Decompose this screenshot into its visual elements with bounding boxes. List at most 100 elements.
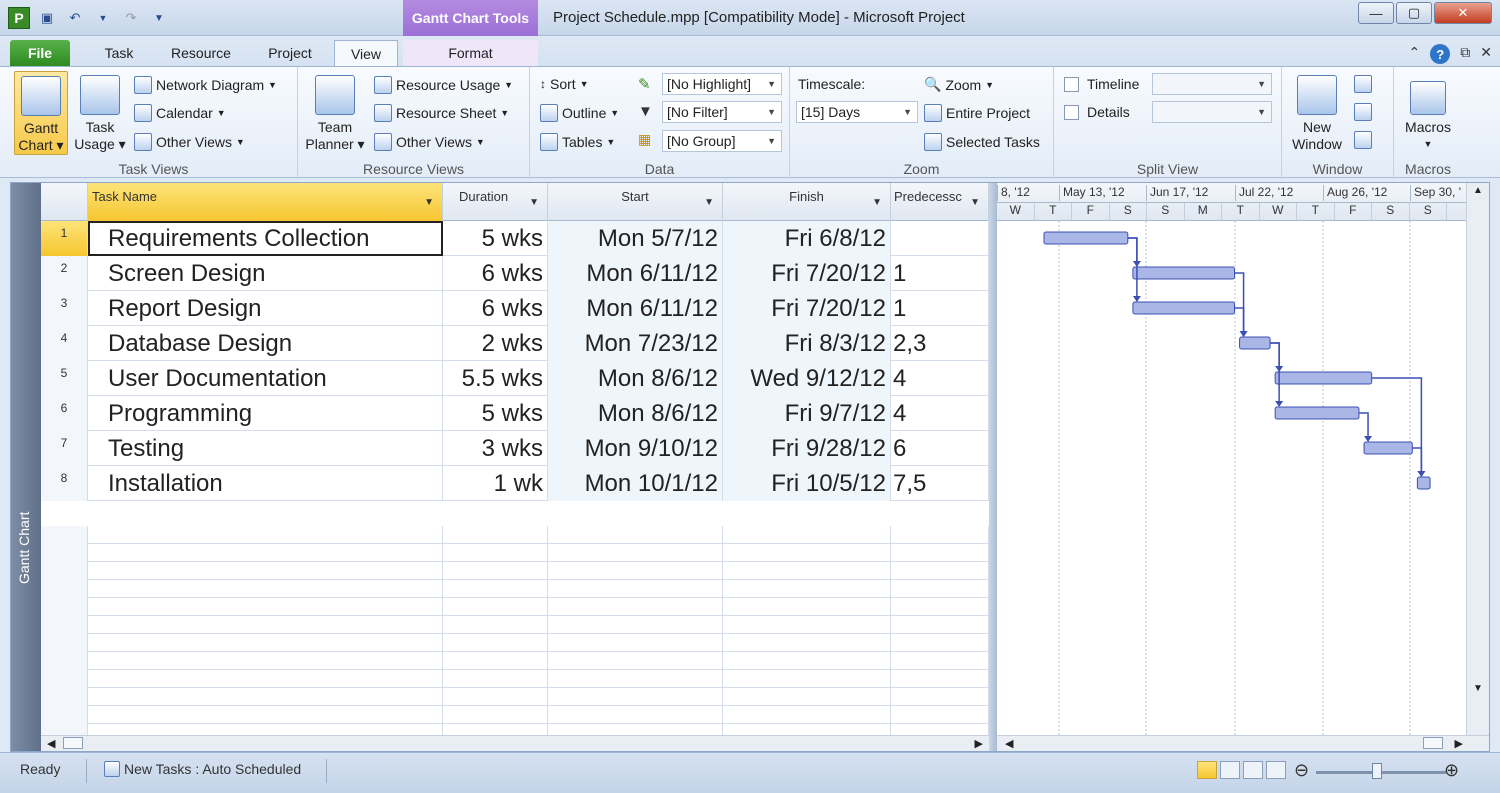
empty-cell[interactable]	[548, 526, 723, 544]
task-other-views-button[interactable]: Other Views ▼	[134, 133, 245, 151]
new-tasks-mode[interactable]: New Tasks : Auto Scheduled	[104, 761, 301, 777]
redo-icon[interactable]: ↷	[120, 7, 142, 29]
cell-finish[interactable]: Fri 7/20/12	[723, 291, 891, 326]
empty-cell[interactable]	[891, 670, 989, 688]
empty-cell[interactable]	[41, 634, 88, 652]
undo-icon[interactable]: ↶	[64, 7, 86, 29]
cell-start[interactable]: Mon 6/11/12	[548, 256, 723, 291]
header-start[interactable]: Start ▼	[548, 183, 723, 221]
empty-cell[interactable]	[548, 616, 723, 634]
scroll-up-icon[interactable]: ▲	[1467, 185, 1489, 196]
close-document-icon[interactable]: ✕	[1480, 44, 1492, 64]
macros-button[interactable]: Macros ▼	[1400, 71, 1456, 155]
cell-duration[interactable]: 5 wks	[443, 221, 548, 256]
empty-cell[interactable]	[548, 688, 723, 706]
gantt-task-bar[interactable]	[1363, 441, 1413, 455]
cell-id[interactable]: 1	[41, 221, 88, 256]
empty-cell[interactable]	[891, 598, 989, 616]
empty-cell[interactable]	[723, 580, 891, 598]
empty-cell[interactable]	[41, 562, 88, 580]
resource-usage-button[interactable]: Resource Usage ▼	[374, 76, 513, 94]
empty-cell[interactable]	[88, 688, 443, 706]
zoom-slider-thumb[interactable]	[1372, 763, 1382, 779]
cell-id[interactable]: 7	[41, 431, 88, 466]
gantt-task-bar[interactable]	[1239, 336, 1271, 350]
cell-start[interactable]: Mon 5/7/12	[548, 221, 723, 256]
timeline-check-box[interactable]	[1064, 76, 1079, 92]
tab-task[interactable]: Task	[88, 40, 150, 66]
cell-pred[interactable]: 1	[891, 291, 989, 326]
view-bar[interactable]: Gantt Chart	[11, 183, 41, 751]
cell-finish[interactable]: Fri 9/28/12	[723, 431, 891, 466]
timeline-view-select[interactable]: ▼	[1152, 73, 1272, 95]
table-horizontal-scrollbar[interactable]: ◀ ▶	[41, 735, 989, 751]
resource-sheet-button[interactable]: Resource Sheet ▼	[374, 104, 509, 122]
empty-cell[interactable]	[443, 688, 548, 706]
group-select[interactable]: [No Group] ▼	[662, 130, 782, 152]
tab-view[interactable]: View	[334, 40, 398, 66]
table-row[interactable]: 1 Requirements Collection 5 wks Mon 5/7/12 F…	[41, 221, 989, 256]
cell-duration[interactable]: 6 wks	[443, 256, 548, 291]
maximize-button[interactable]: ▢	[1396, 2, 1432, 24]
cell-id[interactable]: 5	[41, 361, 88, 396]
details-checkbox[interactable]: Details	[1064, 104, 1130, 120]
minimize-ribbon-icon[interactable]: ⌃	[1409, 44, 1421, 64]
empty-row[interactable]	[41, 580, 989, 598]
cell-name[interactable]: Requirements Collection	[88, 221, 443, 256]
outline-button[interactable]: Outline ▼	[540, 104, 619, 122]
chart-scroll-thumb[interactable]	[1423, 737, 1443, 749]
zoom-out-icon[interactable]: ⊖	[1294, 760, 1309, 781]
empty-cell[interactable]	[88, 580, 443, 598]
cell-id[interactable]: 2	[41, 256, 88, 291]
cell-name[interactable]: Screen Design	[88, 256, 443, 291]
empty-cell[interactable]	[548, 652, 723, 670]
cell-id[interactable]: 3	[41, 291, 88, 326]
cell-id[interactable]: 8	[41, 466, 88, 501]
empty-row[interactable]	[41, 598, 989, 616]
empty-row[interactable]	[41, 706, 989, 724]
cell-pred[interactable]: 7,5	[891, 466, 989, 501]
cell-start[interactable]: Mon 10/1/12	[548, 466, 723, 501]
empty-cell[interactable]	[88, 544, 443, 562]
empty-cell[interactable]	[88, 562, 443, 580]
task-usage-shortcut-icon[interactable]	[1220, 761, 1240, 779]
cell-name[interactable]: Installation	[88, 466, 443, 501]
resource-sheet-shortcut-icon[interactable]	[1266, 761, 1286, 779]
gantt-task-bar[interactable]	[1132, 266, 1235, 280]
cell-pred[interactable]: 1	[891, 256, 989, 291]
cell-duration[interactable]: 3 wks	[443, 431, 548, 466]
cell-duration[interactable]: 5.5 wks	[443, 361, 548, 396]
cell-name[interactable]: Programming	[88, 396, 443, 431]
table-row[interactable]: 6 Programming 5 wks Mon 8/6/12 Fri 9/7/12 4	[41, 396, 989, 431]
empty-cell[interactable]	[891, 706, 989, 724]
cell-pred[interactable]: 4	[891, 396, 989, 431]
cell-pred[interactable]: 2,3	[891, 326, 989, 361]
undo-dropdown-icon[interactable]: ▼	[92, 7, 114, 29]
empty-cell[interactable]	[891, 634, 989, 652]
cell-name[interactable]: Report Design	[88, 291, 443, 326]
empty-row[interactable]	[41, 634, 989, 652]
empty-row[interactable]	[41, 526, 989, 544]
tab-project[interactable]: Project	[255, 40, 325, 66]
header-task-name[interactable]: Task Name ▼	[88, 183, 443, 221]
cell-id[interactable]: 6	[41, 396, 88, 431]
empty-row[interactable]	[41, 544, 989, 562]
cell-name[interactable]: Database Design	[88, 326, 443, 361]
gantt-task-bar[interactable]	[1274, 371, 1373, 385]
gantt-chart-button[interactable]: Gantt Chart ▾	[14, 71, 68, 155]
empty-cell[interactable]	[41, 616, 88, 634]
empty-cell[interactable]	[41, 670, 88, 688]
empty-cell[interactable]	[88, 634, 443, 652]
resource-other-views-button[interactable]: Other Views ▼	[374, 133, 485, 151]
tab-format[interactable]: Format	[403, 40, 538, 66]
gantt-task-bar[interactable]	[1043, 231, 1129, 245]
empty-cell[interactable]	[723, 706, 891, 724]
scroll-left-icon[interactable]: ◀	[47, 737, 55, 750]
cell-finish[interactable]: Fri 7/20/12	[723, 256, 891, 291]
empty-row[interactable]	[41, 670, 989, 688]
tab-file[interactable]: File	[10, 40, 70, 66]
empty-cell[interactable]	[723, 544, 891, 562]
empty-cell[interactable]	[891, 562, 989, 580]
close-button[interactable]: ✕	[1434, 2, 1492, 24]
pane-splitter[interactable]	[989, 183, 997, 751]
